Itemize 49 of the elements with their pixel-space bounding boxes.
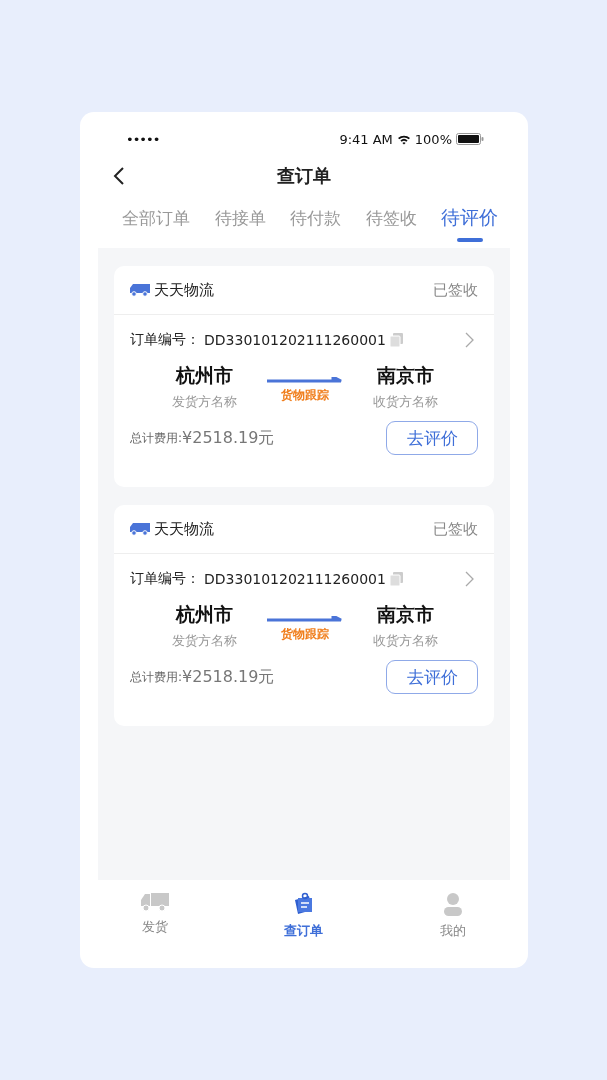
person-icon (443, 892, 464, 916)
tabbar-item[interactable]: 我的 (378, 880, 528, 968)
truck-icon (140, 892, 169, 912)
back-icon[interactable] (113, 166, 125, 186)
chevron-right-icon[interactable] (465, 332, 474, 348)
filter-tab[interactable]: 待签收 (365, 202, 417, 244)
order-number: DD330101202111260001 (204, 571, 386, 587)
copy-icon[interactable] (389, 333, 403, 347)
tabbar-item[interactable]: 发货 (80, 880, 230, 968)
total-label: 总计费用: (130, 668, 183, 686)
destination-city: 南京市 (377, 363, 434, 388)
order-label: 订单编号： (130, 331, 200, 349)
page-title: 查订单 (277, 164, 331, 188)
tracking-link[interactable]: 货物跟踪 (281, 626, 329, 643)
order-number: DD330101202111260001 (204, 332, 386, 348)
carrier-name: 天天物流 (154, 519, 214, 539)
arrow-icon (267, 377, 343, 385)
tracking-link[interactable]: 货物跟踪 (281, 387, 329, 404)
status-time: 9:41 AM (339, 131, 393, 147)
order-label: 订单编号： (130, 570, 200, 588)
receiver-name: 收货方名称 (373, 632, 438, 650)
order-status: 已签收 (433, 280, 478, 300)
battery-icon (456, 133, 484, 145)
total-cost: ¥2518.19元 (182, 427, 275, 449)
copy-icon[interactable] (389, 572, 403, 586)
battery-percent: 100% (414, 131, 452, 147)
wifi-icon (396, 133, 411, 145)
signal-dots: ••••• (126, 131, 160, 147)
chevron-right-icon[interactable] (465, 571, 474, 587)
sender-name: 发货方名称 (172, 393, 237, 411)
sender-name: 发货方名称 (172, 632, 237, 650)
carrier-name: 天天物流 (154, 280, 214, 300)
review-button[interactable]: 去评价 (386, 660, 478, 694)
filter-tab[interactable]: 待评价 (441, 202, 498, 244)
origin-city: 杭州市 (176, 602, 233, 627)
destination-city: 南京市 (377, 602, 434, 627)
filter-tab[interactable]: 全部订单 (122, 202, 190, 244)
review-button[interactable]: 去评价 (386, 421, 478, 455)
total-label: 总计费用: (130, 429, 183, 447)
filter-tab[interactable]: 待接单 (214, 202, 266, 244)
arrow-icon (267, 616, 343, 624)
filter-tab[interactable]: 待付款 (290, 202, 341, 244)
total-cost: ¥2518.19元 (182, 666, 275, 688)
origin-city: 杭州市 (176, 363, 233, 388)
truck-icon (130, 283, 150, 297)
order-status: 已签收 (433, 519, 478, 539)
truck-icon (130, 522, 150, 536)
tabbar-item[interactable]: 查订单 (229, 880, 379, 968)
receiver-name: 收货方名称 (373, 393, 438, 411)
